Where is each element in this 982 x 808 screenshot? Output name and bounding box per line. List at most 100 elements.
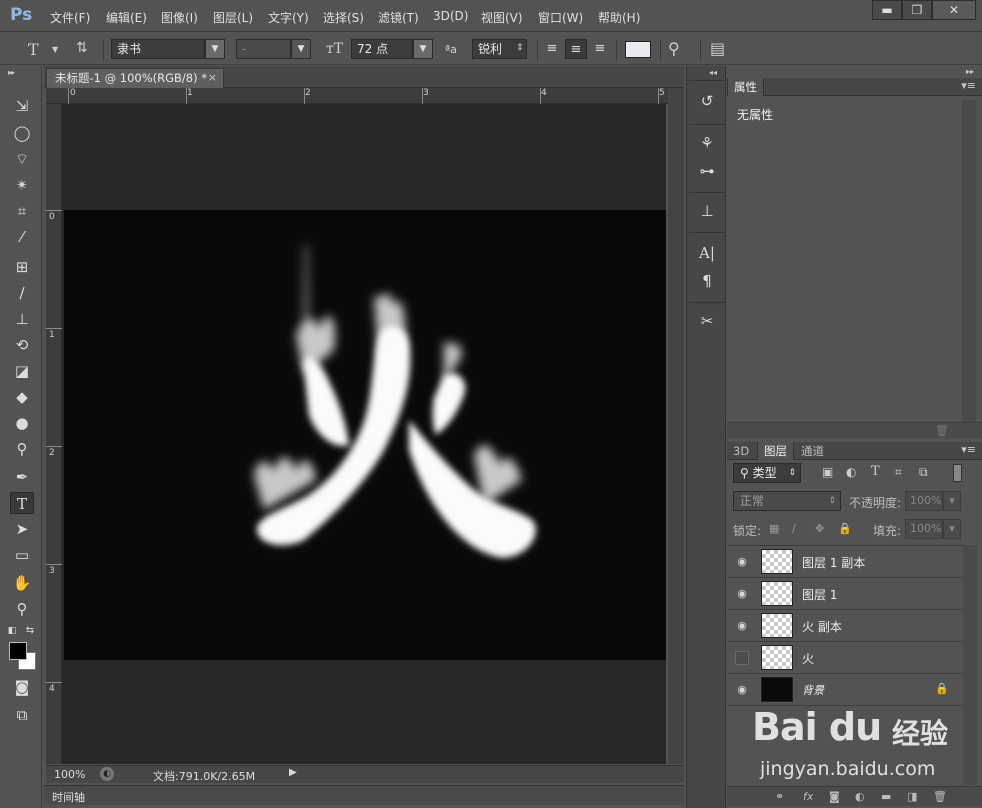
type-tool-preset-icon[interactable]: T xyxy=(28,40,39,59)
healing-brush-tool-icon[interactable]: ⊞ xyxy=(10,256,34,278)
lock-position-icon[interactable]: ✥ xyxy=(815,522,824,535)
tab-3d[interactable]: 3D xyxy=(727,442,755,460)
quick-mask-icon[interactable]: ◙ xyxy=(10,676,34,698)
clone-source-icon[interactable]: ⊥ xyxy=(695,200,719,222)
type-tool-icon[interactable]: T xyxy=(10,492,34,514)
foreground-color-swatch[interactable] xyxy=(9,642,27,660)
layer-name[interactable]: 图层 1 xyxy=(802,586,837,603)
menu-view[interactable]: 视图(V) xyxy=(481,9,523,26)
align-left-button[interactable]: ≡ xyxy=(541,39,563,59)
history-panel-icon[interactable]: ↺ xyxy=(695,90,719,112)
layer-name[interactable]: 图层 1 副本 xyxy=(802,554,865,571)
dodge-tool-icon[interactable]: ⚲ xyxy=(10,438,34,460)
opacity-input[interactable]: 100% xyxy=(905,491,943,511)
layer-name[interactable]: 火 xyxy=(802,650,814,667)
horizontal-ruler[interactable]: 0 1 2 3 4 5 xyxy=(46,88,670,104)
font-size-input[interactable]: 72 点 xyxy=(351,39,413,59)
maximize-button[interactable]: ❐ xyxy=(902,0,932,20)
paint-bucket-tool-icon[interactable]: ◆ xyxy=(10,386,34,408)
crop-tool-icon[interactable]: ⌗ xyxy=(10,200,34,222)
delete-icon[interactable]: 🗑 xyxy=(935,424,949,437)
text-color-swatch[interactable] xyxy=(625,41,651,58)
filter-shape-icon[interactable]: ⌗ xyxy=(895,465,902,480)
properties-scrollbar[interactable] xyxy=(962,100,976,422)
vertical-scrollbar[interactable] xyxy=(668,88,684,764)
font-style-select[interactable]: - xyxy=(236,39,291,59)
paragraph-panel-icon[interactable]: ¶ xyxy=(695,270,719,292)
font-size-dropdown[interactable]: ▼ xyxy=(413,39,433,59)
menu-3d[interactable]: 3D(D) xyxy=(433,9,468,23)
menu-filter[interactable]: 滤镜(T) xyxy=(378,9,419,26)
magic-wand-tool-icon[interactable]: ✴ xyxy=(10,174,34,196)
panels-collapse-icon[interactable]: ▸▸ xyxy=(966,67,974,76)
filter-type-icon[interactable]: T xyxy=(871,464,880,479)
screen-mode-icon[interactable]: ⧉ xyxy=(10,704,34,726)
vertical-ruler[interactable]: 0 1 2 3 4 xyxy=(46,104,62,764)
lock-all-icon[interactable]: 🔒 xyxy=(838,522,852,535)
zoom-level[interactable]: 100% xyxy=(54,768,85,781)
timeline-panel-bar[interactable]: 时间轴 xyxy=(44,785,684,805)
tab-channels[interactable]: 通道 xyxy=(795,442,830,460)
lasso-tool-icon[interactable]: ⌔ xyxy=(10,148,34,170)
tool-presets-icon[interactable]: ✂ xyxy=(695,310,719,332)
filter-smart-object-icon[interactable]: ⧉ xyxy=(919,465,928,480)
zoom-tool-icon[interactable]: ⚲ xyxy=(10,598,34,620)
antialias-dropdown-icon[interactable]: ⇕ xyxy=(516,43,524,53)
blur-tool-icon[interactable]: ● xyxy=(10,412,34,434)
eye-icon[interactable]: ◉ xyxy=(735,587,749,601)
default-colors-icon[interactable]: ◧ xyxy=(6,620,18,642)
close-button[interactable]: ✕ xyxy=(932,0,976,20)
document-tab[interactable]: 未标题-1 @ 100%(RGB/8) * × xyxy=(46,68,224,88)
brush-tool-icon[interactable]: ∕ xyxy=(10,282,34,304)
menu-select[interactable]: 选择(S) xyxy=(323,9,364,26)
filter-adjustment-icon[interactable]: ◐ xyxy=(846,465,856,479)
minimize-button[interactable]: ▬ xyxy=(872,0,902,20)
eye-icon[interactable]: ◉ xyxy=(735,619,749,633)
menu-edit[interactable]: 编辑(E) xyxy=(106,9,147,26)
swap-colors-icon[interactable]: ⇆ xyxy=(24,620,36,642)
filter-pixel-icon[interactable]: ▣ xyxy=(822,465,833,479)
adjustments-icon[interactable]: ⊶ xyxy=(695,160,719,182)
hand-tool-icon[interactable]: ✋ xyxy=(10,572,34,594)
menu-layer[interactable]: 图层(L) xyxy=(213,9,253,26)
eraser-tool-icon[interactable]: ◪ xyxy=(10,360,34,382)
layer-row[interactable]: ◉ 火 副本 xyxy=(727,610,963,642)
align-right-button[interactable]: ≡ xyxy=(589,39,611,59)
character-panel-icon[interactable]: ▤ xyxy=(710,39,725,58)
close-tab-icon[interactable]: × xyxy=(208,69,217,87)
eyedropper-tool-icon[interactable]: ⁄ xyxy=(10,226,34,248)
tab-properties[interactable]: 属性 xyxy=(727,78,764,96)
blend-mode-select[interactable]: 正常 ⇕ xyxy=(733,491,841,511)
status-menu-arrow-icon[interactable]: ▶ xyxy=(289,767,297,778)
warp-text-icon[interactable]: ⚲ xyxy=(668,39,680,58)
character-panel-icon[interactable]: A| xyxy=(695,242,719,264)
panel-menu-icon[interactable]: ▾≡ xyxy=(961,443,976,456)
rectangle-tool-icon[interactable]: ▭ xyxy=(10,544,34,566)
move-tool-icon[interactable]: ⇲ xyxy=(10,95,34,117)
history-brush-tool-icon[interactable]: ⟲ xyxy=(10,334,34,356)
font-family-dropdown[interactable]: ▼ xyxy=(205,39,225,59)
brush-presets-icon[interactable]: ⚘ xyxy=(695,132,719,154)
clone-stamp-tool-icon[interactable]: ⊥ xyxy=(10,308,34,330)
collapse-icon[interactable]: ▸▸ xyxy=(8,68,15,77)
layer-name[interactable]: 火 副本 xyxy=(802,618,842,635)
lock-transparency-icon[interactable]: ▦ xyxy=(769,522,779,535)
preset-dropdown-icon[interactable]: ▼ xyxy=(52,45,58,54)
align-center-button[interactable]: ≡ xyxy=(565,39,587,59)
eye-icon[interactable]: ◉ xyxy=(735,555,749,569)
dock-collapse-icon[interactable]: ◂◂ xyxy=(709,68,717,77)
visibility-toggle[interactable] xyxy=(735,651,749,665)
layer-row[interactable]: 火 xyxy=(727,642,963,674)
marquee-tool-icon[interactable]: ◯ xyxy=(10,122,34,144)
layer-row[interactable]: ◉ 图层 1 副本 xyxy=(727,546,963,578)
path-selection-tool-icon[interactable]: ➤ xyxy=(10,518,34,540)
font-family-select[interactable]: 隶书 xyxy=(111,39,205,59)
status-info-icon[interactable]: ◐ xyxy=(100,767,114,781)
panel-menu-icon[interactable]: ▾≡ xyxy=(961,79,976,92)
opacity-dropdown[interactable]: ▾ xyxy=(943,491,961,511)
layer-filter-select[interactable]: ⚲ 类型 ⇕ xyxy=(733,463,801,483)
filter-toggle[interactable] xyxy=(953,464,962,482)
text-orientation-icon[interactable]: ⇅ xyxy=(76,40,88,56)
menu-window[interactable]: 窗口(W) xyxy=(538,9,583,26)
menu-help[interactable]: 帮助(H) xyxy=(598,9,640,26)
